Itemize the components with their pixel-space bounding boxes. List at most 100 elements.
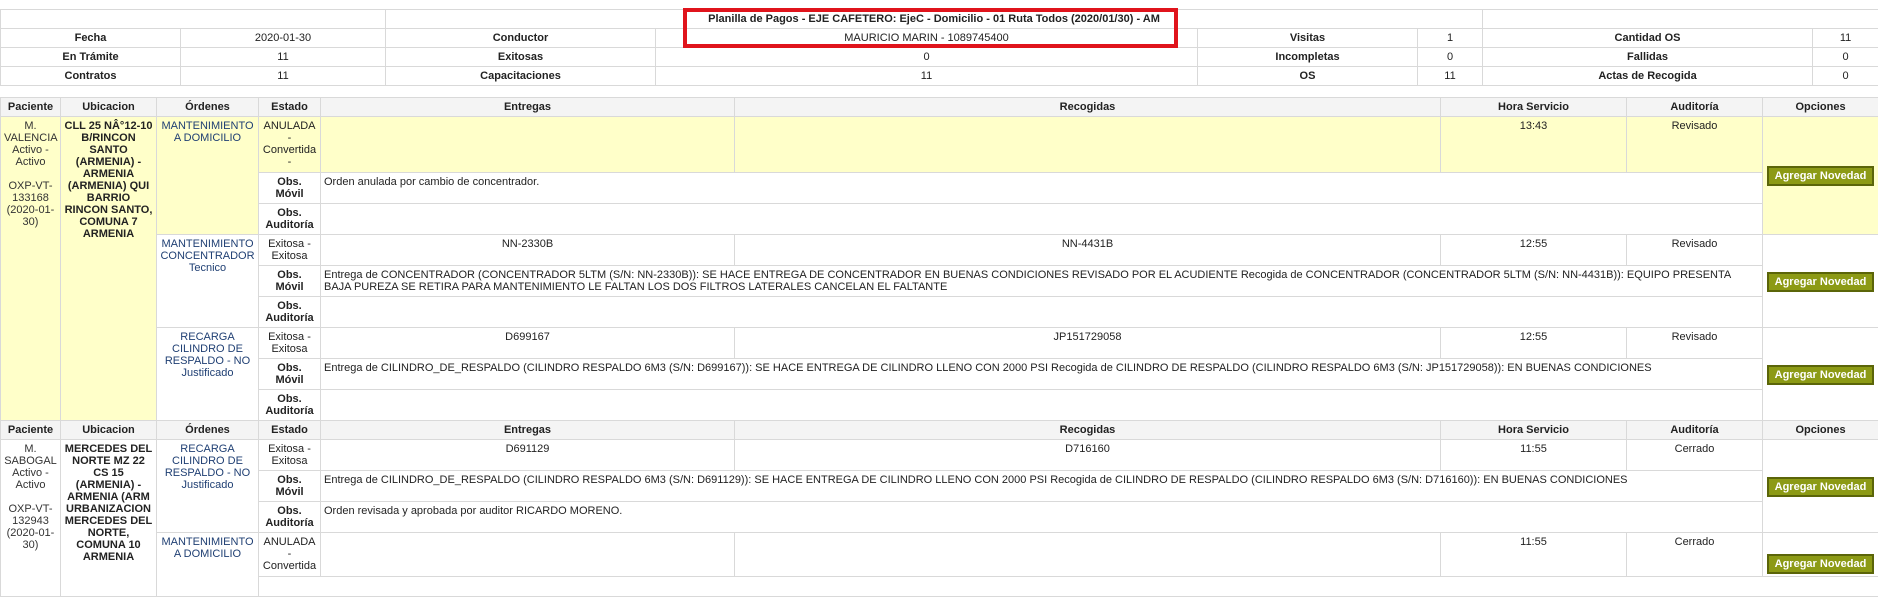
audit-status: Cerrado xyxy=(1627,440,1763,471)
summary-value: 0 xyxy=(1418,48,1483,67)
order-status: Exitosa - Exitosa xyxy=(259,328,321,359)
delivery-value xyxy=(321,117,735,173)
patient-code: OXP-VT-133168 (2020-01-30) xyxy=(4,180,57,228)
add-novedad-button[interactable]: Agregar Novedad xyxy=(1767,272,1875,292)
obs-row: Obs. Móvil Entrega de CILINDRO_DE_RESPAL… xyxy=(1,359,1878,390)
audit-status: Revisado xyxy=(1627,235,1763,266)
audit-status: Revisado xyxy=(1627,328,1763,359)
summary-row-2: En Trámite 11 Exitosas 0 Incompletas 0 F… xyxy=(1,48,1878,67)
summary-label: Incompletas xyxy=(1198,48,1418,67)
summary-value: 2020-01-30 xyxy=(181,29,386,48)
pickup-value: D716160 xyxy=(735,440,1441,471)
delivery-value xyxy=(321,533,735,577)
obs-movil-text: Entrega de CILINDRO_DE_RESPALDO (CILINDR… xyxy=(321,359,1763,390)
obs-row: Obs. Auditoría xyxy=(1,297,1878,328)
audit-status: Cerrado xyxy=(1627,533,1763,577)
service-time: 13:43 xyxy=(1441,117,1627,173)
summary-value: 11 xyxy=(1813,29,1878,48)
column-header: Opciones xyxy=(1763,98,1878,117)
column-header: Opciones xyxy=(1763,421,1878,440)
column-header: Recogidas xyxy=(735,421,1441,440)
column-header: Paciente xyxy=(1,98,61,117)
order-type: RECARGA CILINDRO DE RESPALDO - NO Justif… xyxy=(157,440,259,533)
column-header: Recogidas xyxy=(735,98,1441,117)
obs-movil-text: Entrega de CONCENTRADOR (CONCENTRADOR 5L… xyxy=(321,266,1763,297)
summary-label: En Trámite xyxy=(1,48,181,67)
obs-row: Obs. Móvil Entrega de CONCENTRADOR (CONC… xyxy=(1,266,1878,297)
order-status: ANULADA - Convertida xyxy=(259,533,321,577)
summary-label: Cantidad OS xyxy=(1483,29,1813,48)
service-time: 11:55 xyxy=(1441,440,1627,471)
obs-auditoria-label: Obs. Auditoría xyxy=(259,204,321,235)
order-type: MANTENIMIENTO A DOMICILIO xyxy=(157,117,259,235)
summary-value: 0 xyxy=(1813,48,1878,67)
order-type: MANTENIMIENTO CONCENTRADOR Tecnico xyxy=(157,235,259,328)
delivery-value: D699167 xyxy=(321,328,735,359)
summary-row-3: Contratos 11 Capacitaciones 11 OS 11 Act… xyxy=(1,67,1878,86)
summary-value: 11 xyxy=(656,67,1198,86)
options-cell: Agregar Novedad xyxy=(1763,533,1878,577)
patient-code: OXP-VT-132943 (2020-01-30) xyxy=(4,503,57,551)
patient-cell: M. VALENCIA Activo - Activo OXP-VT-13316… xyxy=(1,117,61,421)
options-cell: Agregar Novedad xyxy=(1763,117,1878,235)
obs-row xyxy=(1,577,1878,597)
delivery-value: D691129 xyxy=(321,440,735,471)
obs-auditoria-text xyxy=(321,297,1763,328)
obs-movil-label: Obs. Móvil xyxy=(259,173,321,204)
obs-auditoria-label: Obs. Auditoría xyxy=(259,502,321,533)
service-time: 12:55 xyxy=(1441,328,1627,359)
summary-value: 0 xyxy=(656,48,1198,67)
column-header: Entregas xyxy=(321,98,735,117)
options-cell: Agregar Novedad xyxy=(1763,440,1878,533)
table-row: RECARGA CILINDRO DE RESPALDO - NO Justif… xyxy=(1,328,1878,359)
column-header: Hora Servicio xyxy=(1441,98,1627,117)
obs-movil-text: Orden anulada por cambio de concentrador… xyxy=(321,173,1763,204)
column-header: Órdenes xyxy=(157,421,259,440)
obs-auditoria-label: Obs. Auditoría xyxy=(259,390,321,421)
column-header: Auditoría xyxy=(1627,98,1763,117)
summary-label: Contratos xyxy=(1,67,181,86)
summary-value: 11 xyxy=(181,67,386,86)
service-time: 12:55 xyxy=(1441,235,1627,266)
location-cell: CLL 25 NÂ°12-10 B/RINCON SANTO (ARMENIA)… xyxy=(61,117,157,421)
audit-status: Revisado xyxy=(1627,117,1763,173)
summary-label: Fecha xyxy=(1,29,181,48)
obs-movil-text: Entrega de CILINDRO_DE_RESPALDO (CILINDR… xyxy=(321,471,1763,502)
patient-cell: M. SABOGAL Activo - Activo OXP-VT-132943… xyxy=(1,440,61,597)
table-header: Paciente Ubicacion Órdenes Estado Entreg… xyxy=(1,98,1878,117)
order-status: Exitosa - Exitosa xyxy=(259,440,321,471)
order-type: MANTENIMIENTO A DOMICILIO xyxy=(157,533,259,597)
add-novedad-button[interactable]: Agregar Novedad xyxy=(1767,365,1875,385)
order-status: ANULADA - Convertida - xyxy=(259,117,321,173)
summary-row-1: Fecha 2020-01-30 Conductor MAURICIO MARI… xyxy=(1,29,1878,48)
summary-value: 11 xyxy=(181,48,386,67)
orders-table: Paciente Ubicacion Órdenes Estado Entreg… xyxy=(0,97,1878,597)
order-status: Exitosa - Exitosa xyxy=(259,235,321,266)
column-header: Hora Servicio xyxy=(1441,421,1627,440)
add-novedad-button[interactable]: Agregar Novedad xyxy=(1767,166,1875,186)
obs-auditoria-text xyxy=(321,390,1763,421)
add-novedad-button[interactable]: Agregar Novedad xyxy=(1767,477,1875,497)
delivery-value: NN-2330B xyxy=(321,235,735,266)
order-type: RECARGA CILINDRO DE RESPALDO - NO Justif… xyxy=(157,328,259,421)
page-title: Planilla de Pagos - EJE CAFETERO: EjeC -… xyxy=(386,10,1483,29)
pickup-value xyxy=(735,533,1441,577)
summary-label: Visitas xyxy=(1198,29,1418,48)
table-header: Paciente Ubicacion Órdenes Estado Entreg… xyxy=(1,421,1878,440)
pickup-value xyxy=(735,117,1441,173)
patient-status: Activo - Activo xyxy=(4,467,57,491)
obs-row: Obs. Auditoría Orden revisada y aprobada… xyxy=(1,502,1878,533)
pickup-value: NN-4431B xyxy=(735,235,1441,266)
summary-label: OS xyxy=(1198,67,1418,86)
column-header: Ubicacion xyxy=(61,421,157,440)
summary-label: Actas de Recogida xyxy=(1483,67,1813,86)
conductor-value: MAURICIO MARIN - 1089745400 xyxy=(656,29,1198,48)
table-row: M. SABOGAL Activo - Activo OXP-VT-132943… xyxy=(1,440,1878,471)
add-novedad-button[interactable]: Agregar Novedad xyxy=(1767,554,1875,574)
obs-movil-label: Obs. Móvil xyxy=(259,359,321,390)
column-header: Auditoría xyxy=(1627,421,1763,440)
summary-value: 0 xyxy=(1813,67,1878,86)
obs-row: Obs. Móvil Entrega de CILINDRO_DE_RESPAL… xyxy=(1,471,1878,502)
column-header: Estado xyxy=(259,421,321,440)
summary-label: Capacitaciones xyxy=(386,67,656,86)
